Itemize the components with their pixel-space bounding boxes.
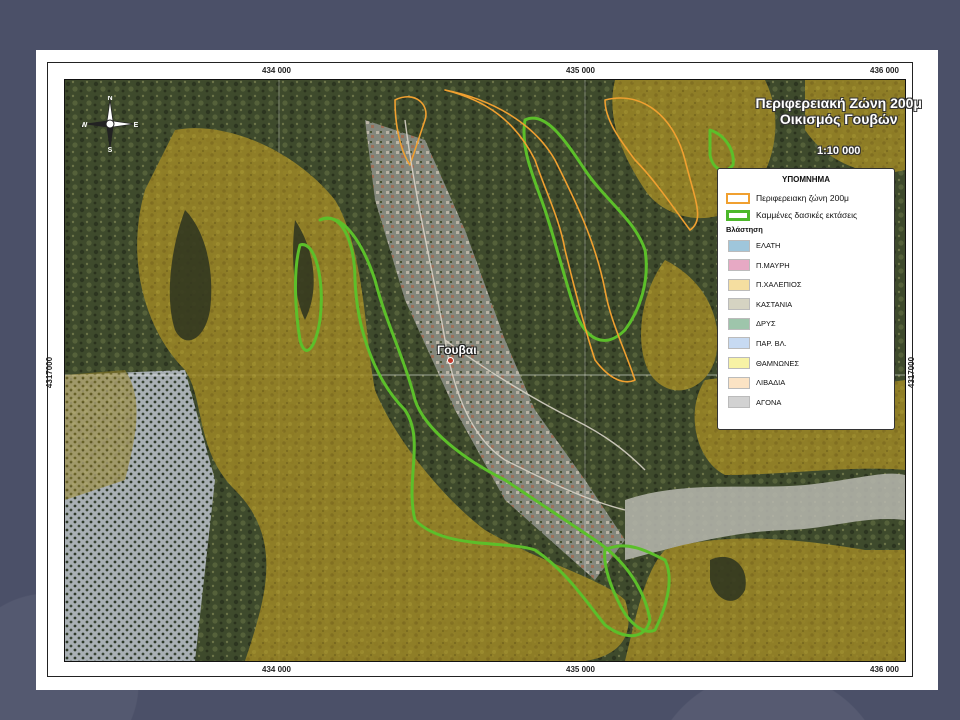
legend-swatch-vegetation [728,278,750,291]
map-title: Περιφερειακή Ζώνη 200μ Οικισμός Γουβών 1… [755,95,922,159]
legend-vegetation-heading: Βλάστηση [726,225,763,234]
map-legend: ΥΠΟΜΝΗΜΑ Περιφερειακη ζώνη 200μ Καμμένες… [717,168,895,430]
legend-swatch-zone [726,192,750,204]
legend-swatch-vegetation [728,298,750,311]
compass-rose-icon: N S W E [82,96,138,152]
legend-row-vegetation: ΔΡΥΣ [726,316,886,331]
legend-swatch-vegetation [728,239,750,252]
legend-row-vegetation: Π.ΧΑΛΕΠΙΟΣ [726,277,886,292]
legend-row-vegetation: ΠΑΡ. ΒΛ. [726,336,886,351]
tick-top-436000: 436 000 [870,66,899,75]
map-title-line1: Περιφερειακή Ζώνη 200μ [755,95,922,111]
legend-swatch-vegetation [728,259,750,272]
map-scale: 1:10 000 [817,145,861,157]
legend-row-burnt: Καμμένες δασικές εκτάσεις [726,208,886,222]
legend-swatch-vegetation [728,357,750,370]
legend-row-vegetation: Π.ΜΑΥΡΗ [726,258,886,273]
tick-top-435000: 435 000 [566,66,595,75]
tick-bottom-436000: 436 000 [870,665,899,674]
legend-label-vegetation: ΚΑΣΤΑΝΙΑ [756,299,793,309]
legend-swatch-burnt [726,209,750,221]
legend-swatch-vegetation [728,337,750,350]
legend-label-vegetation: ΔΡΥΣ [756,319,776,329]
map-title-line2: Οικισμός Γουβών [779,111,898,127]
legend-row-vegetation: ΑΓΟΝΑ [726,395,886,410]
legend-label-vegetation: Π.ΧΑΛΕΠΙΟΣ [756,280,802,290]
compass-e: E [134,122,138,129]
place-marker-icon [447,357,454,364]
legend-row-vegetation: ΚΑΣΤΑΝΙΑ [726,297,886,312]
legend-label-burnt: Καμμένες δασικές εκτάσεις [756,210,858,220]
legend-label-vegetation: ΛΙΒΑΔΙΑ [756,378,786,388]
legend-swatch-vegetation [728,396,750,409]
legend-label-zone: Περιφερειακη ζώνη 200μ [756,193,849,203]
legend-title: ΥΠΟΜΝΗΜΑ [782,175,830,184]
legend-label-vegetation: ΠΑΡ. ΒΛ. [756,338,787,348]
legend-row-zone: Περιφερειακη ζώνη 200μ [726,191,886,205]
legend-row-vegetation: ΛΙΒΑΔΙΑ [726,375,886,390]
tick-right-4317000: 4317000 [907,356,917,389]
legend-vegetation-list: ΕΛΑΤΗ Π.ΜΑΥΡΗ Π.ΧΑΛΕΠΙΟΣ ΚΑΣΤΑΝΙΑ ΔΡΥΣ ΠΑΡ. Β… [726,238,886,410]
legend-swatch-vegetation [728,376,750,389]
tick-bottom-434000: 434 000 [262,665,291,674]
place-label-gouves: Γουβαι [437,343,477,357]
legend-label-vegetation: ΕΛΑΤΗ [756,241,781,250]
legend-row-vegetation: ΘΑΜΝΩΝΕΣ [726,356,886,371]
tick-left-4317000: 4317000 [45,356,55,389]
legend-label-vegetation: ΘΑΜΝΩΝΕΣ [756,358,800,368]
tick-top-434000: 434 000 [262,66,291,75]
compass-w: W [82,122,88,129]
tick-bottom-435000: 435 000 [566,665,595,674]
legend-label-vegetation: Π.ΜΑΥΡΗ [756,260,790,270]
legend-swatch-vegetation [728,317,750,330]
legend-row-vegetation: ΕΛΑΤΗ [726,238,886,253]
legend-label-vegetation: ΑΓΟΝΑ [756,397,782,407]
compass-s: S [108,147,113,152]
compass-n: N [107,96,112,102]
